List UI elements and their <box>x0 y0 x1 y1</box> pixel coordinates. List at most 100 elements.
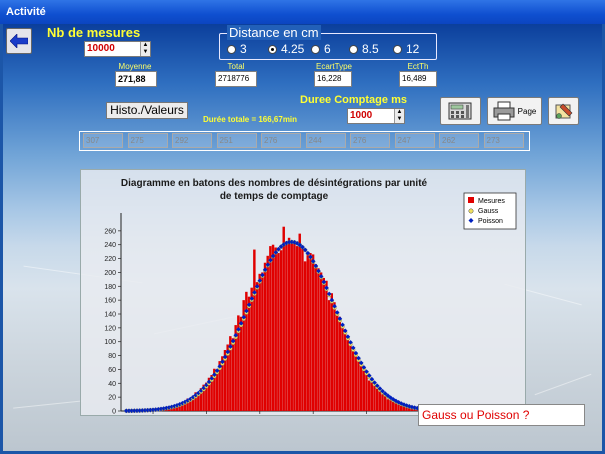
chart-legend: Mesures Gauss Poisson <box>463 192 517 230</box>
legend-gauss: Gauss <box>478 208 499 215</box>
bar <box>277 253 280 411</box>
bar <box>274 247 277 411</box>
bar <box>367 380 371 411</box>
bar <box>317 268 320 411</box>
bar <box>341 326 344 411</box>
bar <box>354 355 358 411</box>
total-label: Total <box>227 62 245 71</box>
duree-comptage-spinner-icon[interactable]: ▲ ▼ <box>394 109 404 123</box>
bar <box>319 272 323 411</box>
bar <box>290 241 293 411</box>
chart-title-line-1: Diagramme en batons des nombres de désin… <box>121 178 428 189</box>
y-tick-label: 260 <box>104 228 116 235</box>
bar <box>314 264 317 411</box>
x-tick-label: 240 <box>200 416 214 417</box>
nb-mesures-label: Nb de mesures <box>47 25 141 40</box>
bar <box>255 282 259 411</box>
radio-icon <box>311 44 320 54</box>
bar <box>266 255 269 411</box>
value-cell: 276 <box>350 133 390 148</box>
calculator-button[interactable] <box>440 97 481 125</box>
bar <box>399 405 403 411</box>
value-cell: 247 <box>394 133 435 148</box>
distance-option-6[interactable]: 6 <box>311 42 331 56</box>
bar <box>293 242 296 411</box>
legend-mesures: Mesures <box>478 198 505 205</box>
bar <box>359 365 363 411</box>
bar <box>301 247 304 411</box>
x-tick-label: 220 <box>146 416 160 417</box>
legend-poisson: Poisson <box>478 218 503 225</box>
x-tick-label: 300 <box>360 416 374 417</box>
bar <box>362 370 366 411</box>
bar <box>335 311 339 411</box>
value-cell: 275 <box>127 133 168 148</box>
bar <box>309 253 312 411</box>
legend-gauss-swatch <box>468 208 474 214</box>
moyenne-value: 271,88 <box>115 71 157 87</box>
ect-th-label: EctTh <box>407 62 429 71</box>
bar <box>351 348 355 411</box>
page-button[interactable]: Page <box>487 97 542 125</box>
y-tick-label: 20 <box>108 395 116 402</box>
value-cell: 307 <box>83 133 123 148</box>
tools-icon <box>555 103 572 119</box>
bar <box>389 399 392 411</box>
nb-mesures-spinner-icon[interactable]: ▲ ▼ <box>140 42 150 56</box>
bar <box>357 361 360 411</box>
plot-area: 0 20 40 60 80 100 120 140 160 180 200 220 240 260 220 2… <box>104 213 452 425</box>
bar <box>261 272 264 411</box>
bar <box>373 386 376 411</box>
bar <box>295 246 299 411</box>
bar <box>285 242 288 411</box>
ecart-type-label: EcartType <box>315 62 352 71</box>
duree-comptage-input[interactable]: 1000 ▲ ▼ <box>347 108 405 124</box>
nb-mesures-input[interactable]: 10000 ▲ ▼ <box>84 41 151 57</box>
y-tick-label: 240 <box>104 242 116 249</box>
value-cell: 273 <box>483 133 524 148</box>
gauss-ou-poisson-box: Gauss ou Poisson ? <box>418 404 585 426</box>
bar <box>391 401 395 411</box>
page-label: Page <box>517 106 537 116</box>
distance-option-8-5[interactable]: 8.5 <box>349 42 379 56</box>
y-tick-label: 180 <box>104 284 116 291</box>
radio-icon <box>393 44 402 54</box>
calculator-icon <box>448 102 471 120</box>
bar <box>343 329 347 411</box>
bar <box>330 293 334 411</box>
radio-selected-icon <box>268 44 277 54</box>
y-tick-label: 220 <box>104 256 116 263</box>
y-tick-label: 40 <box>108 381 116 388</box>
duree-totale-text: Durée totale = 166,67min <box>203 115 298 124</box>
histogram-chart: Diagramme en batons des nombres de désin… <box>104 178 517 425</box>
bar <box>397 404 400 411</box>
nb-mesures-value: 10000 <box>87 43 115 54</box>
histo-valeurs-button[interactable]: Histo./Valeurs <box>106 102 188 119</box>
value-cell: 251 <box>216 133 257 148</box>
bar <box>279 250 283 411</box>
value-cell: 276 <box>261 133 301 148</box>
tools-button[interactable] <box>548 97 579 125</box>
back-button[interactable] <box>6 28 32 54</box>
chart-title-line-2: de temps de comptage <box>220 191 329 202</box>
moyenne-label: Moyenne <box>118 62 152 71</box>
distance-option-3[interactable]: 3 <box>227 42 247 56</box>
chart-panel: Diagramme en batons des nombres de désin… <box>80 169 526 425</box>
ect-th-value: 16,489 <box>399 71 437 87</box>
distance-option-4-25[interactable]: 4.25 <box>268 42 304 56</box>
bar <box>349 343 352 411</box>
y-tick-label: 120 <box>104 325 116 332</box>
radio-icon <box>227 44 236 54</box>
bar <box>378 391 382 411</box>
distance-option-12[interactable]: 12 <box>393 42 419 56</box>
bar <box>282 226 285 411</box>
legend-mesures-swatch <box>468 197 474 203</box>
bar <box>298 233 301 411</box>
bar <box>311 254 315 411</box>
window-title: Activité <box>0 0 605 24</box>
bar <box>247 296 251 411</box>
bar <box>306 255 309 411</box>
bar <box>269 246 272 411</box>
bar <box>263 262 267 411</box>
bar <box>394 402 398 411</box>
